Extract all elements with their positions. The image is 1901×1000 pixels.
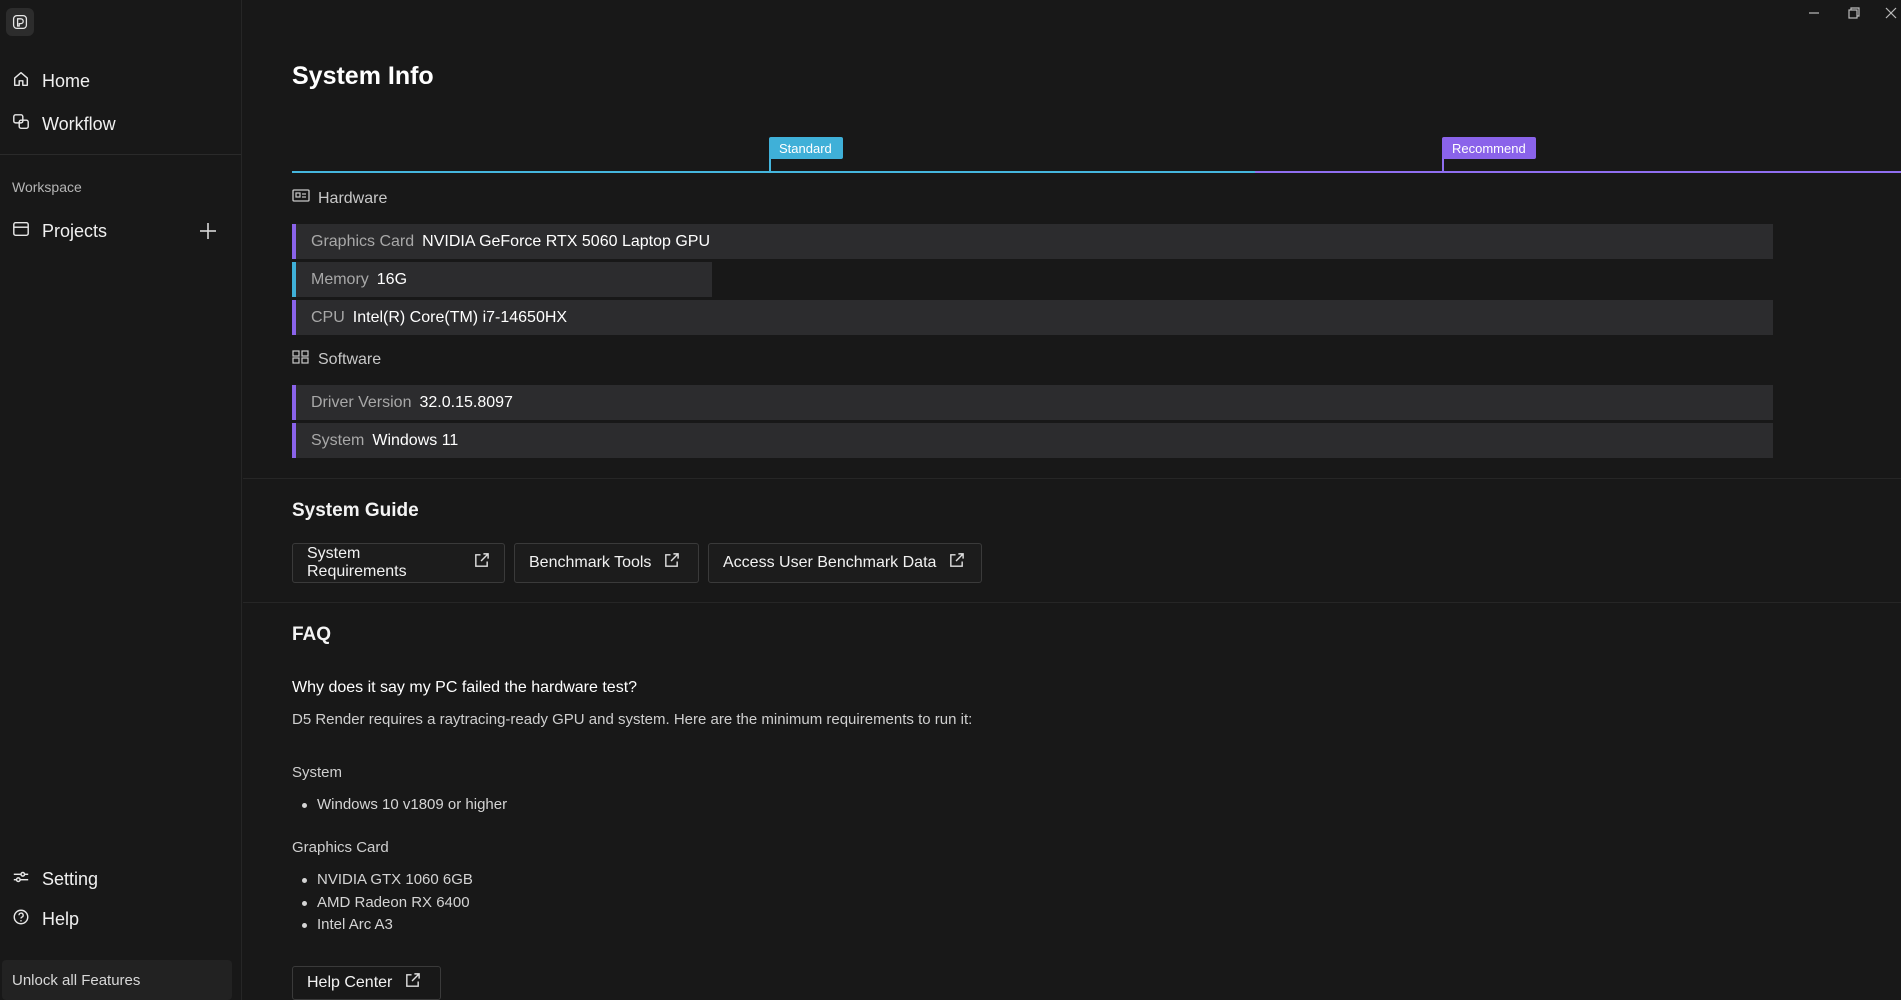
sidebar-item-label: Projects	[42, 220, 108, 241]
list-item: Windows 10 v1809 or higher	[301, 794, 507, 817]
external-link-icon	[473, 552, 490, 574]
hardware-heading-label: Hardware	[318, 189, 388, 207]
hardware-chip-icon	[292, 189, 310, 208]
row-key: System	[311, 431, 365, 449]
sidebar-item-setting[interactable]: Setting	[0, 861, 240, 897]
button-label: Access User Benchmark Data	[723, 554, 937, 571]
system-requirements-button[interactable]: System Requirements	[292, 543, 505, 583]
hardware-heading: Hardware	[292, 189, 387, 208]
faq-heading: FAQ	[292, 624, 332, 645]
help-center-button[interactable]: Help Center	[292, 966, 441, 1000]
sidebar-divider	[0, 154, 241, 155]
section-divider	[243, 602, 1901, 603]
plus-icon	[200, 223, 216, 239]
faq-answer: D5 Render requires a raytracing-ready GP…	[292, 711, 973, 728]
recommend-range-line	[1255, 171, 1901, 173]
sliders-icon	[12, 868, 30, 891]
button-label: Benchmark Tools	[529, 554, 652, 571]
standard-range-line	[292, 171, 1255, 173]
sidebar-item-label: Setting	[42, 868, 99, 889]
row-key: Memory	[311, 270, 369, 288]
hardware-row-memory: Memory 16G	[292, 262, 712, 297]
system-guide-heading: System Guide	[292, 500, 419, 521]
folder-icon	[12, 220, 30, 243]
external-link-icon	[404, 972, 421, 994]
workspace-label: Workspace	[12, 179, 82, 195]
recommend-accent	[292, 224, 296, 259]
hardware-row-cpu: CPU Intel(R) Core(TM) i7-14650HX	[292, 300, 1773, 335]
faq-question: Why does it say my PC failed the hardwar…	[292, 679, 638, 696]
recommend-accent	[292, 300, 296, 335]
row-value: Windows 11	[372, 431, 459, 449]
faq-graphics-card-list: NVIDIA GTX 1060 6GB AMD Radeon RX 6400 I…	[302, 869, 473, 937]
standard-tag: Standard	[769, 137, 843, 159]
row-value: 16G	[376, 270, 408, 288]
faq-system-label: System	[292, 764, 343, 781]
row-value: NVIDIA GeForce RTX 5060 Laptop GPU	[422, 232, 710, 250]
faq-system-list: Windows 10 v1809 or higher	[301, 794, 507, 817]
section-divider	[243, 478, 1901, 479]
sidebar-item-label: Workflow	[42, 113, 116, 134]
button-label: System Requirements	[307, 545, 407, 580]
sidebar-item-label: Help	[42, 908, 80, 929]
recommend-accent	[292, 385, 296, 420]
row-key: Driver Version	[311, 393, 412, 411]
faq-graphics-card-label: Graphics Card	[292, 839, 389, 856]
row-value: Intel(R) Core(TM) i7-14650HX	[352, 308, 568, 326]
software-heading-label: Software	[318, 350, 382, 368]
sidebar-item-workflow[interactable]: Workflow	[0, 106, 240, 142]
sidebar-item-help[interactable]: Help	[0, 901, 240, 937]
page-title: System Info	[292, 62, 434, 90]
button-label: Help Center	[307, 974, 393, 991]
standard-accent	[292, 262, 296, 297]
list-item: AMD Radeon RX 6400	[302, 892, 473, 915]
row-key: CPU	[311, 308, 345, 326]
list-item: NVIDIA GTX 1060 6GB	[302, 869, 473, 892]
benchmark-tools-button[interactable]: Benchmark Tools	[514, 543, 699, 583]
main-content: System Info Standard Recommend Hardware …	[243, 0, 1901, 1000]
sidebar-item-projects[interactable]: Projects	[0, 213, 190, 249]
access-user-benchmark-data-button[interactable]: Access User Benchmark Data	[708, 543, 982, 583]
external-link-icon	[948, 552, 965, 574]
recommend-tag: Recommend	[1442, 137, 1536, 159]
recommend-marker	[1442, 157, 1444, 173]
software-heading: Software	[292, 350, 381, 369]
software-row-system: System Windows 11	[292, 423, 1773, 458]
external-link-icon	[663, 552, 680, 574]
software-windows-icon	[292, 350, 310, 369]
app-logo-icon	[6, 8, 34, 36]
home-icon	[12, 70, 30, 93]
sidebar: Home Workflow Workspace Projects Setting…	[0, 0, 242, 1000]
recommend-accent	[292, 423, 296, 458]
workflow-icon	[12, 113, 30, 136]
help-circle-icon	[12, 908, 30, 931]
unlock-features-button[interactable]: Unlock all Features	[2, 960, 232, 1000]
sidebar-item-home[interactable]: Home	[0, 63, 240, 99]
row-value: 32.0.15.8097	[419, 393, 513, 411]
software-row-driver-version: Driver Version 32.0.15.8097	[292, 385, 1773, 420]
app-window: Home Workflow Workspace Projects Setting…	[0, 0, 1901, 1000]
hardware-row-graphics-card: Graphics Card NVIDIA GeForce RTX 5060 La…	[292, 224, 1773, 259]
add-project-button[interactable]	[197, 220, 219, 242]
standard-marker	[769, 157, 771, 173]
row-key: Graphics Card	[311, 232, 415, 250]
list-item: Intel Arc A3	[302, 914, 473, 937]
sidebar-item-label: Home	[42, 70, 91, 91]
